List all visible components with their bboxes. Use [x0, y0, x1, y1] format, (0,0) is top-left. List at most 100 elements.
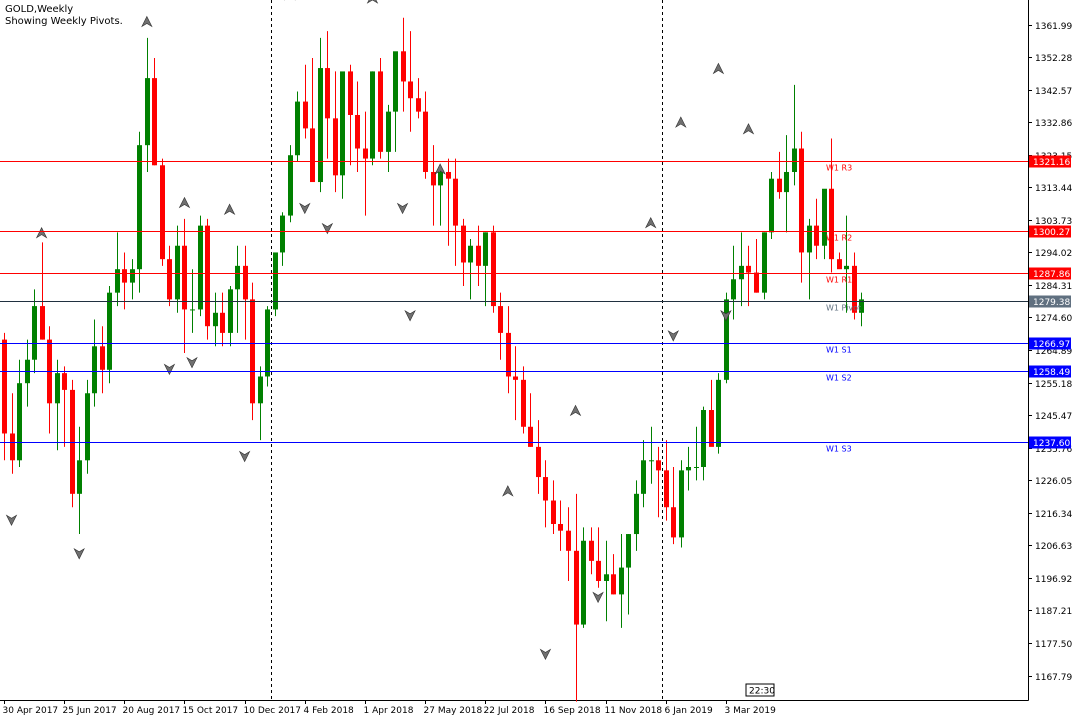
bullish-candle: [295, 101, 300, 156]
y-tick-label: 1245.47: [1035, 412, 1072, 422]
bullish-candle: [393, 51, 398, 112]
bullish-candle: [604, 574, 609, 581]
bearish-candle: [408, 81, 413, 99]
bullish-candle: [762, 232, 767, 293]
bullish-candle: [581, 540, 586, 625]
price-label-text: 1279.38: [1033, 298, 1070, 308]
pivot-level-name: W1 R2: [826, 234, 852, 243]
bullish-candle: [198, 225, 203, 310]
bearish-candle: [513, 376, 518, 380]
bullish-candle: [626, 534, 631, 568]
price-label-text: 1237.60: [1033, 439, 1070, 449]
fractal-down-arrow: [238, 450, 251, 463]
x-tick-label: 4 Feb 2018: [304, 706, 355, 716]
bullish-candle: [137, 145, 142, 270]
fractal-down-arrow: [667, 330, 680, 342]
fractal-up-arrow: [366, 0, 379, 4]
bullish-candle: [370, 71, 375, 159]
pivot-level-name: W1 S2: [826, 374, 852, 383]
bearish-candle: [837, 259, 842, 270]
bullish-candle: [694, 467, 699, 469]
bullish-candle: [724, 299, 729, 380]
bearish-candle: [754, 272, 759, 293]
bullish-candle: [769, 178, 774, 233]
bullish-candle: [92, 346, 97, 394]
bearish-candle: [656, 460, 661, 471]
bearish-candle: [100, 346, 105, 370]
bearish-candle: [355, 114, 360, 149]
bearish-candle: [671, 507, 676, 538]
bearish-candle: [152, 78, 157, 166]
fractal-up-arrow: [742, 123, 755, 135]
x-tick-label: 3 Mar 2019: [725, 706, 777, 716]
bearish-candle: [401, 51, 406, 82]
bullish-candle: [85, 393, 90, 461]
bearish-candle: [551, 500, 556, 524]
fractal-down-arrow: [539, 648, 552, 661]
bullish-candle: [844, 265, 849, 270]
y-tick-label: 1361.99: [1035, 22, 1072, 32]
bullish-candle: [483, 232, 488, 266]
x-tick-label: 6 Jan 2019: [665, 706, 713, 716]
bullish-candle: [288, 155, 293, 216]
bullish-candle: [213, 312, 218, 327]
fractal-up-arrow: [675, 116, 687, 128]
fractal-down-arrow: [163, 363, 176, 376]
bearish-candle: [40, 306, 45, 340]
bullish-candle: [273, 252, 278, 310]
x-tick-label: 27 May 2018: [424, 706, 483, 716]
fractal-up-arrow: [644, 216, 657, 229]
bullish-candle: [649, 460, 654, 462]
chart-area[interactable]: 1361.991352.281342.571332.861323.151313.…: [0, 0, 1080, 720]
time-marker-label: 22:30: [749, 687, 775, 697]
bearish-candle: [333, 118, 338, 176]
candlestick-chart[interactable]: 1361.991352.281342.571332.861323.151313.…: [0, 0, 1080, 720]
bearish-candle: [310, 128, 315, 183]
price-label-text: 1300.27: [1033, 228, 1070, 238]
y-tick-label: 1187.21: [1035, 607, 1072, 617]
bearish-candle: [589, 540, 594, 561]
bearish-candle: [348, 71, 353, 115]
bullish-candle: [792, 148, 797, 172]
bullish-candle: [145, 78, 150, 146]
bearish-candle: [303, 101, 308, 129]
fractal-up-arrow: [178, 196, 191, 209]
x-tick-label: 11 Nov 2018: [605, 706, 663, 716]
pivot-level-name: W1 R3: [826, 164, 852, 173]
x-tick-label: 16 Sep 2018: [544, 706, 601, 716]
y-tick-label: 1196.92: [1035, 575, 1072, 585]
y-tick-label: 1177.50: [1035, 640, 1072, 650]
fractal-up-arrow: [223, 203, 236, 216]
bearish-candle: [476, 245, 481, 266]
bearish-candle: [423, 111, 428, 172]
bearish-candle: [243, 265, 248, 300]
bearish-candle: [506, 332, 511, 377]
bearish-candle: [10, 433, 15, 461]
fractal-down-arrow: [5, 514, 18, 526]
bullish-candle: [77, 460, 82, 494]
bearish-candle: [182, 245, 187, 310]
pivot-level-name: W1 R1: [826, 276, 852, 285]
bullish-candle: [701, 410, 706, 468]
fractal-up-arrow: [141, 15, 153, 28]
fractal-down-arrow: [321, 222, 334, 235]
fractal-up-arrow: [569, 404, 582, 417]
bullish-candle: [807, 225, 812, 253]
bearish-candle: [709, 410, 714, 447]
bearish-candle: [536, 446, 541, 478]
pivot-level-name: W1 S1: [826, 346, 852, 355]
bullish-candle: [32, 306, 37, 360]
bullish-candle: [318, 68, 323, 183]
price-label-text: 1258.49: [1033, 368, 1070, 378]
bearish-candle: [378, 71, 383, 152]
bullish-candle: [55, 373, 60, 404]
bullish-candle: [258, 376, 263, 404]
bearish-candle: [664, 470, 669, 508]
y-tick-label: 1216.34: [1035, 510, 1072, 520]
bearish-candle: [814, 225, 819, 246]
y-tick-label: 1294.02: [1035, 249, 1072, 259]
bearish-candle: [596, 560, 601, 581]
bullish-candle: [175, 245, 180, 300]
y-tick-label: 1255.18: [1035, 380, 1072, 390]
fractal-down-arrow: [299, 202, 311, 215]
